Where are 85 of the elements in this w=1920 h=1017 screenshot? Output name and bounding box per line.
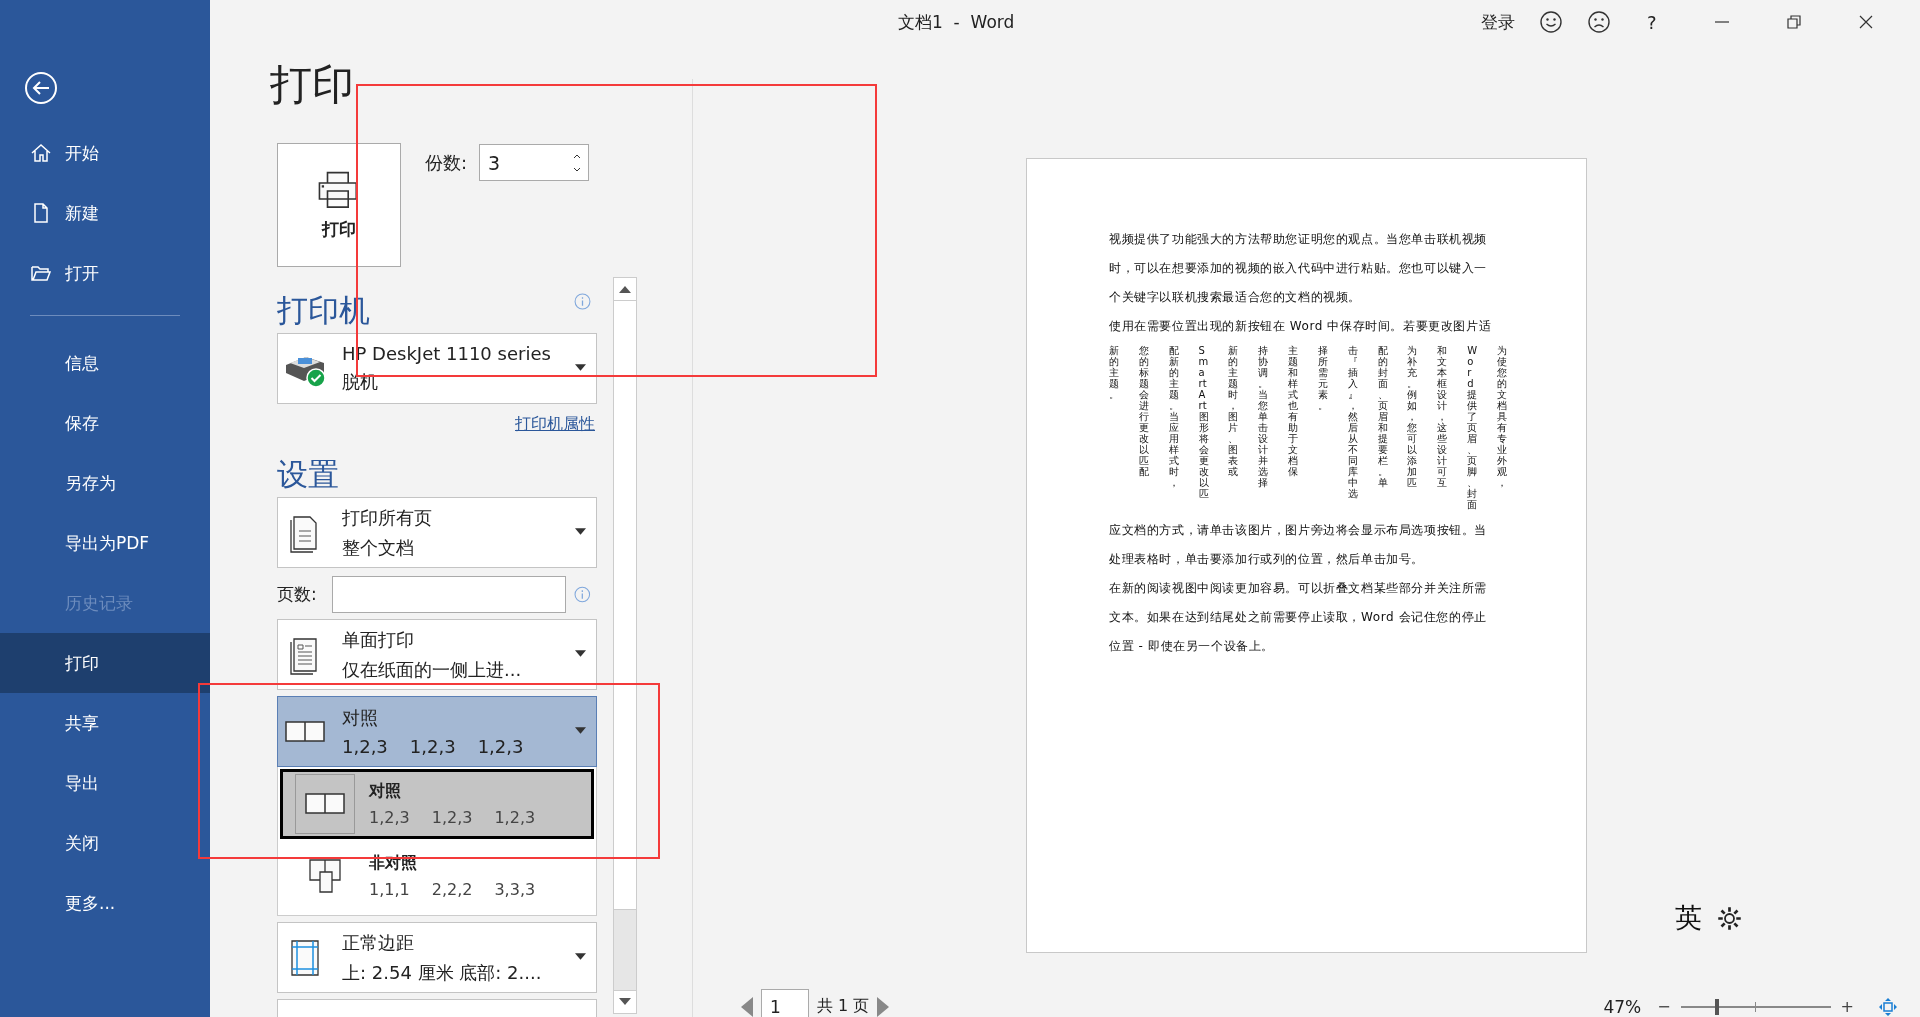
pages-label: 页数: — [277, 582, 318, 606]
menu-option[interactable]: 对照 1,2,3 1,2,3 1,2,3 — [280, 769, 594, 839]
vertical-text-column: SmartArt 图形将会更改以匹 — [1198, 345, 1209, 510]
document-line: 视频提供了功能强大的方法帮助您证明您的观点。当您单击联机视频 — [1109, 231, 1488, 248]
sidebar-item[interactable]: 更多... — [0, 873, 210, 933]
restore-icon[interactable] — [1786, 15, 1801, 29]
sidebar-item[interactable]: 打印 — [0, 633, 210, 693]
caret-icon — [575, 953, 586, 960]
back-icon[interactable] — [24, 71, 58, 105]
document-line: 使用在需要位置出现的新按钮在 Word 中保存时间。若要更改图片适 — [1109, 318, 1493, 335]
settings-heading: 设置 — [277, 455, 339, 494]
settings-dropdown[interactable]: 打印所有页 整个文档 — [277, 497, 597, 568]
document-line: 位置 - 即使在另一个设备上。 — [1109, 638, 1275, 655]
sidebar-item[interactable]: 保存 — [0, 393, 210, 453]
sidebar-item[interactable]: 共享 — [0, 693, 210, 753]
vertical-text-column: 您的标题会进行更改以匹配 — [1138, 345, 1149, 510]
pages-field[interactable] — [331, 575, 567, 613]
page-sequence: 1,2,3 — [477, 736, 524, 757]
document-line: 个关键字以联机搜索最适合您的文档的视频。 — [1109, 289, 1362, 306]
vertical-text-column: 新的主题时，图片、图表或 — [1228, 345, 1239, 510]
vertical-text-column: Word 提供了页眉、页脚、封面 — [1467, 345, 1478, 510]
previous-page-icon[interactable] — [741, 996, 753, 1017]
copies-spinner[interactable]: 3 — [479, 144, 590, 181]
caret-icon — [575, 528, 586, 535]
sidebar-item[interactable]: 另存为 — [0, 453, 210, 513]
page-sequence: 1,2,3 — [431, 808, 473, 827]
page-sequence: 2,2,2 — [431, 880, 473, 899]
sidebar-item[interactable]: 导出 — [0, 753, 210, 813]
page-number-field[interactable]: 1 — [761, 988, 809, 1017]
page-title: 打印 — [270, 60, 355, 110]
settings-dropdown[interactable]: 对照 1,2,3 1,2,3 1,2,3 — [277, 696, 597, 767]
input-method-indicator[interactable]: 英 — [1675, 900, 1702, 936]
frown-icon[interactable] — [1587, 10, 1611, 34]
sidebar-item[interactable]: 打开 — [0, 243, 210, 303]
copies-label: 份数: — [425, 151, 468, 175]
page-sequence: 1,2,3 — [494, 808, 536, 827]
vertical-text-column: 主题和样式也有助于文档保 — [1288, 345, 1299, 510]
sidebar-item[interactable]: 新建 — [0, 183, 210, 243]
scroll-up-icon[interactable] — [619, 285, 631, 293]
sidebar-item[interactable]: 开始 — [0, 123, 210, 183]
vertical-text-column: 为使您的文档具有专业外观， — [1496, 345, 1507, 510]
next-page-icon[interactable] — [877, 996, 890, 1017]
page-sequence: 1,2,3 — [409, 736, 456, 757]
page-sequence: 1,1,1 — [369, 880, 410, 899]
page-sequence: 3,3,3 — [494, 880, 536, 899]
caret-icon — [575, 727, 586, 734]
zoom-in-button[interactable]: + — [1840, 997, 1854, 1016]
settings-dropdown[interactable]: 正常边距 上: 2.54 厘米 底部: 2.... — [277, 922, 597, 993]
settings-icon[interactable] — [1716, 904, 1743, 932]
vertical-text-column: 新的主题。 — [1109, 345, 1119, 510]
document-line: 文本。如果在达到结尾处之前需要停止读取，Word 会记住您的停止 — [1109, 609, 1488, 626]
vertical-text-column: 为补充。例如，您可以添加匹 — [1407, 345, 1418, 510]
vertical-text-column: 击『插入』，然后从不同库中选 — [1347, 345, 1358, 510]
fit-page-icon[interactable] — [1878, 996, 1898, 1017]
page-sequence: 1,2,3 — [369, 808, 410, 827]
sign-in-link[interactable]: 登录 — [1481, 10, 1515, 34]
vertical-text-column: 和文本框设计，这些设计可互 — [1437, 345, 1448, 510]
sidebar-item[interactable]: 导出为PDF — [0, 513, 210, 573]
vertical-text-column: 持协调。当您单击设计并选择 — [1258, 345, 1269, 510]
sidebar-item[interactable]: 关闭 — [0, 813, 210, 873]
document-line: 在新的阅读视图中阅读更加容易。可以折叠文档某些部分并关注所需 — [1109, 580, 1488, 597]
home-icon — [30, 142, 52, 164]
settings-dropdown[interactable]: 单面打印 仅在纸面的一侧上进... — [277, 619, 597, 690]
vertical-text-column: 配新的主题。当应用样式时， — [1168, 345, 1179, 510]
sidebar-item[interactable]: 信息 — [0, 333, 210, 393]
scrollbar[interactable] — [613, 277, 637, 1014]
printer-properties-link[interactable]: 打印机属性 — [515, 414, 595, 435]
caret-icon — [575, 650, 586, 657]
close-icon[interactable] — [1858, 15, 1873, 29]
document-line: 处理表格时，单击要添加行或列的位置，然后单击加号。 — [1109, 551, 1425, 568]
document-line: 应文档的方式，请单击该图片，图片旁边将会显示布局选项按钮。当 — [1109, 522, 1488, 539]
print-button[interactable]: 打印 — [277, 143, 401, 267]
page-count: 共 1 页 — [817, 996, 870, 1017]
vertical-text-column: 择所需元素。 — [1317, 345, 1328, 510]
zoom-slider-thumb[interactable] — [1715, 998, 1720, 1015]
smiley-icon[interactable] — [1539, 10, 1563, 34]
zoom-out-button[interactable]: − — [1657, 997, 1671, 1016]
window-title: 文档1 - Word — [898, 10, 1016, 34]
scroll-down-icon[interactable] — [619, 998, 631, 1006]
help-button[interactable]: ? — [1647, 11, 1657, 33]
caret-icon — [575, 364, 586, 371]
page-sequence: 1,2,3 — [342, 736, 388, 757]
zoom-level: 47% — [1603, 996, 1642, 1017]
document-line: 时，可以在想要添加的视频的嵌入代码中进行粘贴。您也可以键入一 — [1109, 260, 1488, 277]
vertical-text-column: 配的封面、页眉和提要栏。单 — [1377, 345, 1388, 510]
